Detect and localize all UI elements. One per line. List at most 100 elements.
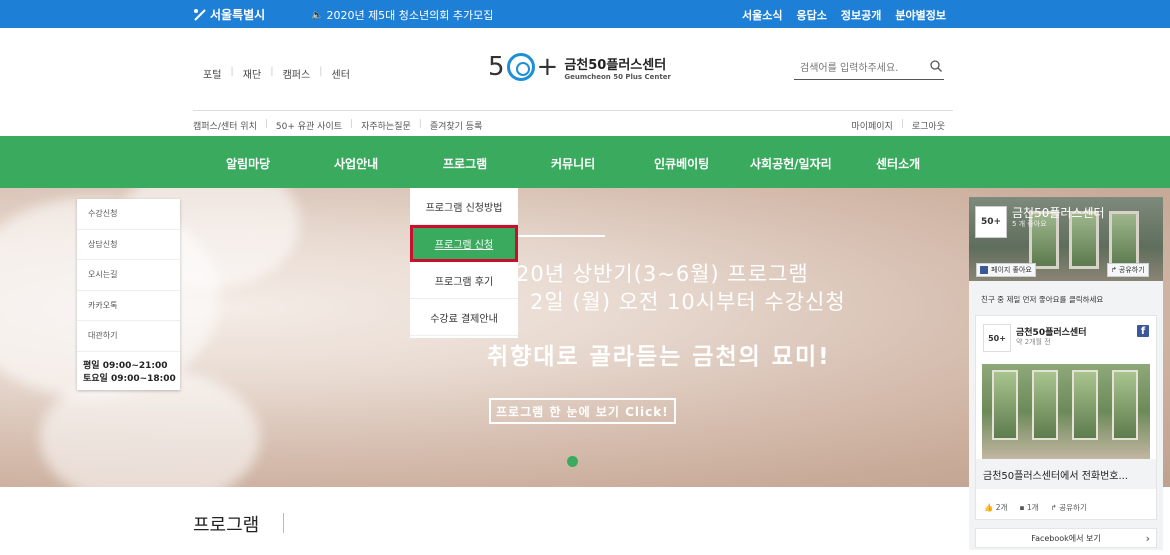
speaker-icon: 🔈 xyxy=(311,9,324,21)
hero-headline: 취향대로 골라듣는 금천의 묘미! xyxy=(487,344,831,370)
search-box xyxy=(794,56,944,80)
share-icon: ↱ xyxy=(1050,503,1057,512)
sub-nav-faq[interactable]: 자주하는질문 xyxy=(361,119,411,132)
program-section: 프로그램 xyxy=(0,487,969,555)
sub-nav-bookmark[interactable]: 즐겨찾기 등록 xyxy=(430,119,483,132)
post-window-shape xyxy=(1112,370,1138,440)
mypage-link[interactable]: 마이페이지 xyxy=(851,119,892,132)
nav-incubating[interactable]: 인큐베이팅 xyxy=(654,155,709,172)
nav-notice[interactable]: 알림마당 xyxy=(226,155,270,172)
search-input[interactable] xyxy=(794,57,919,80)
nav-community[interactable]: 커뮤니티 xyxy=(551,155,595,172)
fb-post[interactable]: 50+ 금천50플러스센터 약 2개월 전 f 금천50플러스센터에서 전화번호… xyxy=(975,315,1157,520)
chevron-right-icon: › xyxy=(1145,532,1150,545)
nav-program[interactable]: 프로그램 xyxy=(443,155,487,172)
divider: | xyxy=(418,119,422,129)
fb-cover[interactable]: 50+ 금천50플러스센터 5 개 좋아요 페이지 좋아요 ↱ 공유하기 xyxy=(969,197,1163,281)
post-window-shape xyxy=(1072,370,1098,440)
fb-like-count: 5 개 좋아요 xyxy=(1012,220,1047,228)
post-window-shape xyxy=(1032,370,1058,440)
top-bar: 서울특별시 🔈 2020년 제5대 청소년의회 추가모집 서울소식 응답소 정보… xyxy=(0,0,1170,28)
fb-post-caption[interactable]: 금천50플러스센터에서 전화번호... xyxy=(976,459,1156,489)
section-divider xyxy=(283,513,284,533)
link-eungdapso[interactable]: 응답소 xyxy=(797,7,827,23)
link-info-disclosure[interactable]: 정보공개 xyxy=(841,7,881,23)
divider: | xyxy=(264,119,268,129)
topbar-links: 서울소식 응답소 정보공개 분야별정보 xyxy=(742,7,946,23)
facebook-widget: 50+ 금천50플러스센터 5 개 좋아요 페이지 좋아요 ↱ 공유하기 친구 … xyxy=(969,197,1163,550)
seoul-logo-icon xyxy=(194,8,206,21)
fb-mini-icon xyxy=(980,266,988,274)
fb-comments[interactable]: ▪ 1개 xyxy=(1019,502,1038,513)
notice-link[interactable]: 🔈 2020년 제5대 청소년의회 추가모집 xyxy=(311,7,493,23)
notice-text: 2020년 제5대 청소년의회 추가모집 xyxy=(326,9,494,22)
nav-center-intro[interactable]: 센터소개 xyxy=(876,155,920,172)
fb-reactions-count: 2개 xyxy=(995,503,1008,512)
util-nav-foundation[interactable]: 재단 xyxy=(243,66,261,81)
hero-cta-button[interactable]: 프로그램 한 눈에 보기 Click! xyxy=(489,398,676,424)
nav-business[interactable]: 사업안내 xyxy=(334,155,378,172)
sub-nav-location[interactable]: 캠퍼스/센터 위치 xyxy=(193,119,257,132)
quick-kakaotalk[interactable]: 카카오톡 xyxy=(77,291,180,321)
quick-directions[interactable]: 오시는길 xyxy=(77,260,180,291)
logo-mark: 5 + xyxy=(488,52,558,82)
hours-saturday: 토요일 09:00~18:00 xyxy=(83,373,176,384)
fb-post-image[interactable] xyxy=(982,364,1150,459)
fb-like-page-button[interactable]: 페이지 좋아요 xyxy=(976,263,1036,277)
fb-comments-count: 1개 xyxy=(1026,503,1039,512)
logo-name-en: Geumcheon 50 Plus Center xyxy=(564,72,671,81)
search-icon[interactable] xyxy=(930,60,942,72)
fb-post-time[interactable]: 약 2개월 전 xyxy=(1016,337,1051,347)
share-icon: ↱ xyxy=(1111,266,1117,274)
logo-plus: + xyxy=(536,52,559,82)
fb-share-label: 공유하기 xyxy=(1118,266,1145,274)
cover-window-shape xyxy=(1109,211,1139,269)
header: 포털 | 재단 | 캠퍼스 | 센터 5 + 금천50플러스센터 Geumcheon … xyxy=(0,28,1170,136)
dropdown-payment-guide[interactable]: 수강료 결제안내 xyxy=(410,299,518,336)
logo-five: 5 xyxy=(488,52,505,82)
program-dropdown: 프로그램 신청방법 프로그램 신청 프로그램 후기 수강료 결제안내 xyxy=(410,188,518,338)
header-divider xyxy=(193,110,953,111)
util-nav-center[interactable]: 센터 xyxy=(332,66,350,81)
logo-text: 금천50플러스센터 Geumcheon 50 Plus Center xyxy=(564,54,671,81)
carousel-dot[interactable] xyxy=(567,456,578,467)
divider: | xyxy=(900,119,904,129)
dropdown-program-apply[interactable]: 프로그램 신청 xyxy=(410,225,518,262)
fb-post-share[interactable]: ↱ 공유하기 xyxy=(1051,502,1087,513)
logo-name-ko: 금천50플러스센터 xyxy=(564,57,667,73)
nav-social-jobs[interactable]: 사회공헌/일자리 xyxy=(750,155,832,172)
seoul-logo-link[interactable]: 서울특별시 xyxy=(193,6,265,23)
logo-ring-icon xyxy=(506,53,535,81)
util-nav: 포털 | 재단 | 캠퍼스 | 센터 xyxy=(203,66,350,81)
fb-reactions[interactable]: 👍 2개 xyxy=(984,502,1007,513)
operating-hours: 평일 09:00~21:00 토요일 09:00~18:00 xyxy=(77,352,180,386)
dropdown-program-review[interactable]: 프로그램 후기 xyxy=(410,262,518,299)
fb-like-page-label: 페이지 좋아요 xyxy=(991,266,1032,274)
fb-view-on-facebook[interactable]: Facebook에서 보기 › xyxy=(975,528,1157,548)
util-nav-portal[interactable]: 포털 xyxy=(203,66,221,81)
section-title: 프로그램 xyxy=(193,515,260,536)
seoul-label: 서울특별시 xyxy=(210,8,266,22)
fb-page-avatar: 50+ xyxy=(975,206,1007,238)
link-seoul-news[interactable]: 서울소식 xyxy=(742,7,782,23)
dropdown-how-to-apply[interactable]: 프로그램 신청방법 xyxy=(410,188,518,225)
sub-nav: 캠퍼스/센터 위치 | 50+ 유관 사이트 | 자주하는질문 | 즐겨찾기 등록 xyxy=(193,119,482,132)
site-logo[interactable]: 5 + 금천50플러스센터 Geumcheon 50 Plus Center xyxy=(488,52,671,82)
util-nav-campus[interactable]: 캠퍼스 xyxy=(283,66,311,81)
facebook-icon[interactable]: f xyxy=(1137,325,1149,337)
divider: | xyxy=(319,66,323,77)
quick-rental[interactable]: 대관하기 xyxy=(77,321,180,352)
link-field-info[interactable]: 분야별정보 xyxy=(895,7,946,23)
sub-nav-related-sites[interactable]: 50+ 유관 사이트 xyxy=(276,119,342,132)
thumbs-up-icon: 👍 xyxy=(984,503,994,512)
quick-menu: 수강신청 상담신청 오시는길 카카오톡 대관하기 평일 09:00~21:00 … xyxy=(77,199,180,390)
fb-post-share-label: 공유하기 xyxy=(1059,503,1087,512)
quick-enroll[interactable]: 수강신청 xyxy=(77,199,180,230)
divider: | xyxy=(230,66,234,77)
hours-weekday: 평일 09:00~21:00 xyxy=(83,360,168,371)
fb-post-avatar: 50+ xyxy=(983,324,1011,352)
fb-footer-label: Facebook에서 보기 xyxy=(1031,533,1101,543)
quick-consult[interactable]: 상담신청 xyxy=(77,230,180,260)
logout-link[interactable]: 로그아웃 xyxy=(912,119,945,132)
fb-share-button[interactable]: ↱ 공유하기 xyxy=(1107,263,1149,277)
